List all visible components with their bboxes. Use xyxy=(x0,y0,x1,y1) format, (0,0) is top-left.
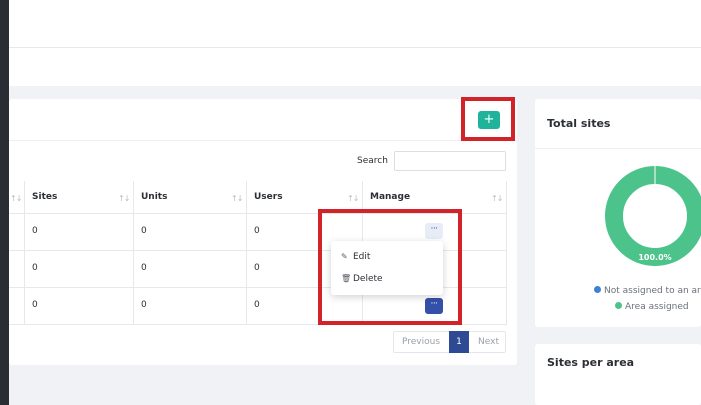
sort-icon[interactable]: ↑↓ xyxy=(231,194,243,203)
legend-dot xyxy=(594,286,601,293)
top-bar xyxy=(9,0,701,48)
column-header-users[interactable]: Users xyxy=(254,181,283,213)
cell-users: 0 xyxy=(254,226,260,236)
total-sites-title: Total sites xyxy=(547,117,611,130)
column-divider xyxy=(506,181,507,325)
column-header-label: Sites xyxy=(32,192,58,202)
legend-label: Area assigned xyxy=(625,302,689,312)
sort-icon[interactable]: ↑↓ xyxy=(347,194,359,203)
cell-units: 0 xyxy=(141,263,147,273)
sort-icon[interactable]: ↑↓ xyxy=(10,194,22,203)
search-input[interactable] xyxy=(394,151,506,171)
cell-sites: 0 xyxy=(32,263,38,273)
sub-header-bar xyxy=(9,48,701,86)
card-header-divider xyxy=(535,148,701,149)
donut-percentage-label: 100.0% xyxy=(638,253,671,262)
search-label: Search xyxy=(357,156,388,166)
sidebar-strip xyxy=(0,0,9,405)
column-header-label: Units xyxy=(141,192,168,202)
column-header-units[interactable]: Units xyxy=(141,181,167,213)
card-header-divider xyxy=(9,140,517,141)
highlight-manage-menu xyxy=(318,209,462,325)
column-divider xyxy=(133,181,134,325)
highlight-add-button xyxy=(461,97,515,141)
pagination-next[interactable]: Next xyxy=(478,337,499,347)
sites-per-area-card xyxy=(535,344,701,405)
column-header-label: Users xyxy=(254,192,283,202)
cell-users: 0 xyxy=(254,300,260,310)
donut-segment-area-assigned xyxy=(605,166,701,266)
column-header-label: Manage xyxy=(370,192,411,202)
pagination-page-1[interactable]: 1 xyxy=(449,331,469,353)
column-header-sites[interactable]: Sites xyxy=(32,181,57,213)
sites-per-area-title: Sites per area xyxy=(547,356,635,369)
total-sites-donut-chart: 100.0% xyxy=(605,166,701,266)
sort-icon[interactable]: ↑↓ xyxy=(118,194,130,203)
legend-item-area-assigned[interactable]: Area assigned xyxy=(615,302,689,312)
legend-item-not-assigned[interactable]: Not assigned to an ar xyxy=(594,286,701,296)
cell-units: 0 xyxy=(141,300,147,310)
cell-sites: 0 xyxy=(32,226,38,236)
cell-sites: 0 xyxy=(32,300,38,310)
cell-users: 0 xyxy=(254,263,260,273)
pagination-previous[interactable]: Previous xyxy=(402,337,440,347)
legend-label: Not assigned to an ar xyxy=(604,286,701,296)
sort-icon[interactable]: ↑↓ xyxy=(491,194,503,203)
legend-dot xyxy=(615,302,622,309)
column-divider xyxy=(246,181,247,325)
column-divider xyxy=(24,181,25,325)
cell-units: 0 xyxy=(141,226,147,236)
